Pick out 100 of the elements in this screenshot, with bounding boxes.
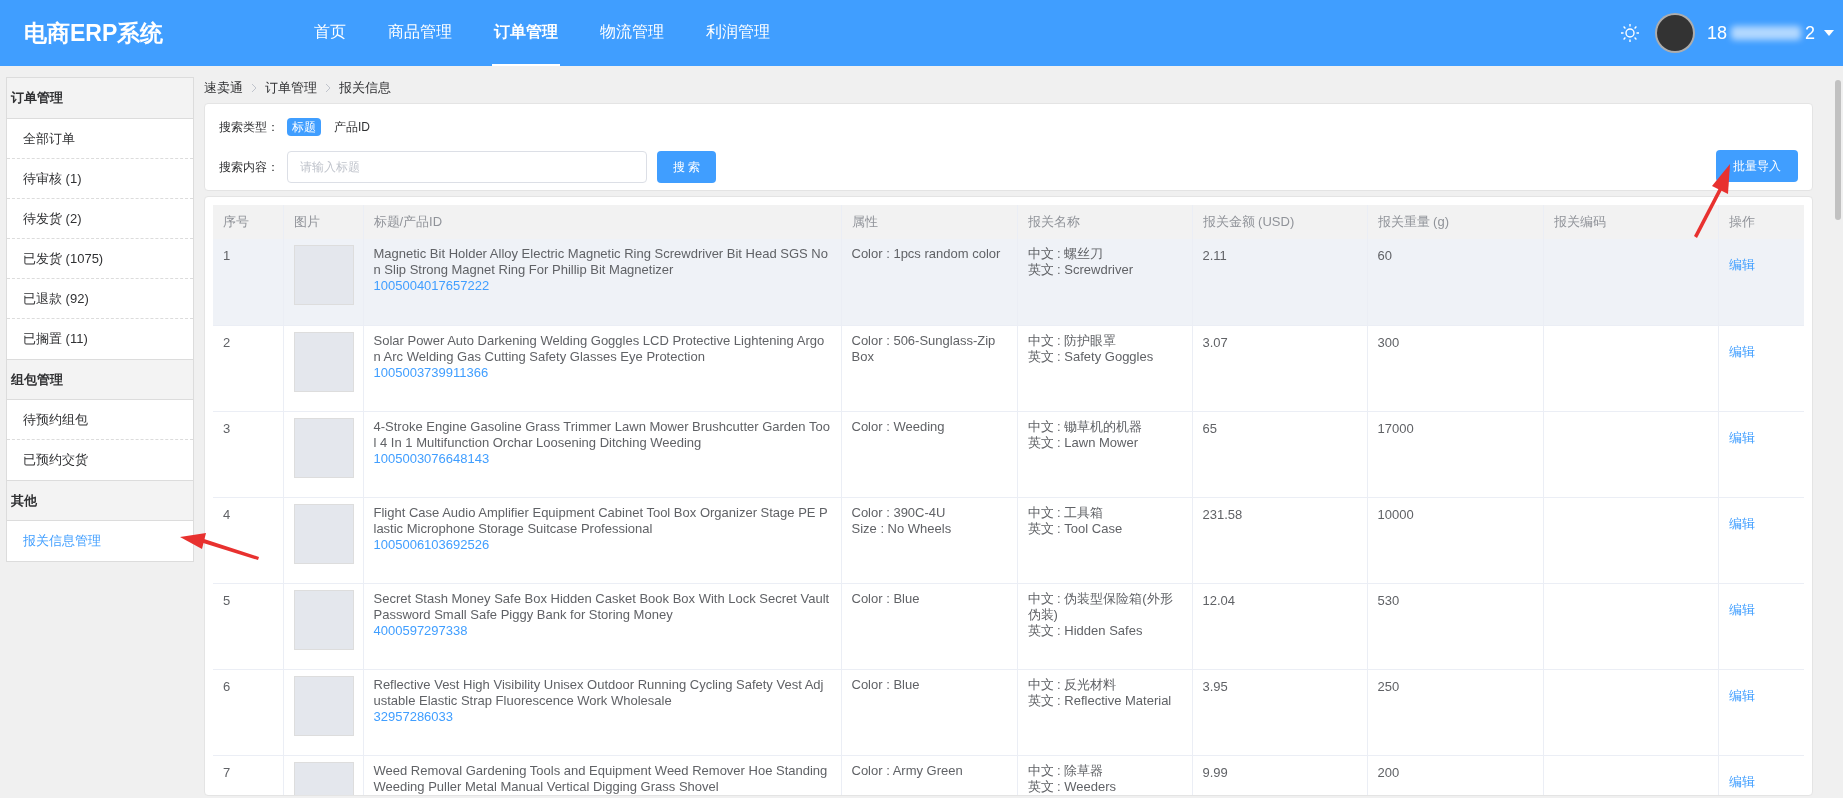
sidebar-item[interactable]: 已发货 (1075) [7, 239, 193, 279]
nav-tab[interactable]: 订单管理 [492, 0, 560, 66]
table-cell: 65 [1192, 411, 1367, 497]
import-button[interactable]: 批量导入 [1716, 150, 1798, 182]
product-title: 4-Stroke Engine Gasoline Grass Trimmer Lawn Mower Brushcutter Garden Tool 4 In 1 Multifunction Orchar Loosening Ditching Weeding [373, 418, 831, 451]
photo-placeholder [293, 245, 354, 305]
attribute-text: Color : 1pcs random color [851, 246, 1002, 262]
caret-icon[interactable] [1823, 29, 1835, 37]
nav-tab[interactable]: 首页 [312, 0, 348, 66]
product-id-link[interactable]: 1005003739911366 [373, 364, 831, 381]
table-cell: 10000 [1367, 497, 1543, 583]
search-type-option[interactable]: 标题 [287, 118, 321, 136]
customs-name-text: 中文 : 反光材料 [1027, 676, 1118, 693]
product-title: Weed Removal Gardening Tools and Equipment Weed Remover Hoe Standing Weeding Puller Metal Manual Vertical Digging Grass Shovel [373, 762, 829, 795]
column-header: 操作 [1718, 205, 1804, 239]
table-row[interactable]: 7 Weed Removal Gardening Tools and Equipment Weed Remover Hoe Standing Weeding Puller Metal Manual Vertical Digging Grass Shovel Color : Army Green 中文 : 除草器 英文 : Weeders 9.99 200 编辑 [213, 755, 1804, 795]
table-cell: 2 [213, 325, 283, 411]
attribute-text: Color : Army Green [851, 762, 964, 779]
search-field[interactable]: 请输入标题 [287, 151, 647, 183]
breadcrumb-item: 报关信息 [339, 79, 391, 98]
sidebar-group-title: 其他 [7, 480, 193, 521]
customs-name-text: 英文 : Hidden Safes [1027, 622, 1144, 639]
table-cell: 7 [213, 755, 283, 795]
table-cell: 5 [213, 583, 283, 669]
sidebar-item[interactable]: 已预约交货 [7, 440, 193, 480]
table-cell: 300 [1367, 325, 1543, 411]
breadcrumb-item[interactable]: 订单管理 [265, 78, 317, 98]
photo-placeholder [293, 331, 354, 392]
nav-tab[interactable]: 利润管理 [704, 0, 772, 66]
blurred-text [1731, 26, 1801, 40]
sidebar-item[interactable]: 报关信息管理 [7, 521, 193, 561]
customs-name-text: 英文 : Lawn Mower [1027, 434, 1140, 451]
chevron-icon [325, 83, 331, 93]
photo-placeholder [293, 417, 354, 478]
product-title: Solar Power Auto Darkening Welding Goggles LCD Protective Lightening Argon Arc Welding Gas Cutting Safety Glasses Eye Protection [373, 332, 826, 365]
user-name-end[interactable]: 2 [1805, 19, 1815, 47]
sidebar-item[interactable]: 待发货 (2) [7, 199, 193, 239]
photo-placeholder [293, 675, 354, 736]
photo-placeholder [293, 589, 354, 650]
user-name[interactable]: 18 [1706, 19, 1727, 47]
product-title: Magnetic Bit Holder Alloy Electric Magnetic Ring Screwdriver Bit Head SGS Non Slip Strong Magnet Ring For Phillip Bit Magnetizer [373, 246, 829, 278]
customs-name-text: 英文 : Weeders [1027, 778, 1118, 795]
search-type-option[interactable]: 产品ID [329, 118, 375, 136]
customs-name-text: 中文 : 除草器 [1027, 762, 1105, 779]
sidebar-item[interactable]: 全部订单 [7, 119, 193, 159]
search-button[interactable]: 搜 索 [657, 151, 717, 183]
table-cell: 2.11 [1192, 239, 1367, 325]
table-cell: 530 [1367, 583, 1543, 669]
edit-link[interactable]: 编辑 [1728, 515, 1755, 531]
product-title: Secret Stash Money Safe Box Hidden Casket Book Box With Lock Secret Vault Password Small Safe Piggy Bank for Storing Money [373, 590, 831, 623]
edit-link[interactable]: 编辑 [1728, 773, 1755, 789]
nav-tab[interactable]: 商品管理 [386, 0, 454, 66]
table-cell: 1 [213, 239, 283, 325]
customs-name-text: 中文 : 锄草机的机器 [1027, 418, 1144, 435]
nav-tab[interactable]: 物流管理 [598, 0, 666, 66]
edit-link[interactable]: 编辑 [1728, 687, 1755, 703]
table-cell: 200 [1367, 755, 1543, 795]
edit-link[interactable]: 编辑 [1728, 429, 1755, 445]
edit-link[interactable]: 编辑 [1728, 343, 1755, 359]
edit-link[interactable]: 编辑 [1728, 601, 1755, 617]
product-title: Reflective Vest High Visibility Unisex Outdoor Running Cycling Safety Vest Adjustable Elastic Strap Fluorescence Work Wholesale [373, 676, 825, 709]
attribute-text: Color : 390C-4U [851, 504, 947, 521]
sidebar-item[interactable]: 待审核 (1) [7, 159, 193, 199]
breadcrumb-item[interactable]: 速卖通 [204, 78, 243, 98]
product-title: Flight Case Audio Amplifier Equipment Cabinet Tool Box Organizer Stage PE Plastic Microphone Storage Suitcase Professional [373, 504, 829, 537]
customs-name-text: 英文 : Safety Goggles [1027, 348, 1155, 365]
table-cell: 9.99 [1192, 755, 1367, 795]
chevron-icon [251, 83, 257, 93]
edit-link[interactable]: 编辑 [1728, 257, 1755, 272]
customs-name-text: 中文 : 伪装型保险箱(外形伪装) [1027, 590, 1174, 623]
sidebar-item[interactable]: 已退款 (92) [7, 279, 193, 319]
product-id-link[interactable]: 1005003076648143 [373, 450, 831, 467]
table-row[interactable] [213, 239, 1804, 325]
product-id-link[interactable]: 1005006103692526 [373, 536, 831, 553]
customs-name-text: 英文 : Tool Case [1027, 520, 1124, 537]
attribute-text: Color : 506-Sunglass-Zip Box [851, 332, 997, 365]
attribute-text: Size : No Wheels [851, 520, 953, 537]
product-id-link[interactable]: 32957286033 [373, 708, 831, 725]
app-logo: 电商ERP系统 [23, 18, 165, 48]
search-content-label: 搜索内容： [219, 159, 279, 176]
customs-name-text: 中文 : 防护眼罩 [1027, 332, 1118, 349]
customs-name-text: 中文 : 工具箱 [1027, 504, 1105, 521]
customs-name-text: 英文 : Reflective Material [1027, 692, 1173, 709]
scrollbar-thumb[interactable] [1835, 80, 1841, 220]
attribute-text: Color : Blue [851, 590, 921, 607]
sidebar-item[interactable]: 待预约组包 [7, 400, 193, 440]
sun-icon[interactable] [1620, 24, 1639, 42]
table-cell: 250 [1367, 669, 1543, 755]
customs-name-text: 中文 : 螺丝刀 [1027, 246, 1105, 262]
table-cell: 6 [213, 669, 283, 755]
product-id-link[interactable]: 4000597297338 [373, 622, 831, 639]
search-type-label: 搜索类型： [219, 119, 279, 136]
table-cell: 17000 [1367, 411, 1543, 497]
table-cell: 231.58 [1192, 497, 1367, 583]
sidebar-group-title: 组包管理 [7, 359, 193, 400]
attribute-text: Color : Weeding [851, 418, 946, 435]
sidebar-item[interactable]: 已搁置 (11) [7, 319, 193, 359]
table-row[interactable]: 5 Secret Stash Money Safe Box Hidden Casket Book Box With Lock Secret Vault Password Small Safe Piggy Bank for Storing Money 4000597297338 Color : Blue 中文 : 伪装型保险箱(外形伪装) 英文 : Hidden Safes 12.04 530 编辑 [213, 583, 1804, 669]
product-id-link[interactable]: 1005004017657222 [373, 278, 831, 294]
avatar[interactable] [1654, 13, 1695, 53]
